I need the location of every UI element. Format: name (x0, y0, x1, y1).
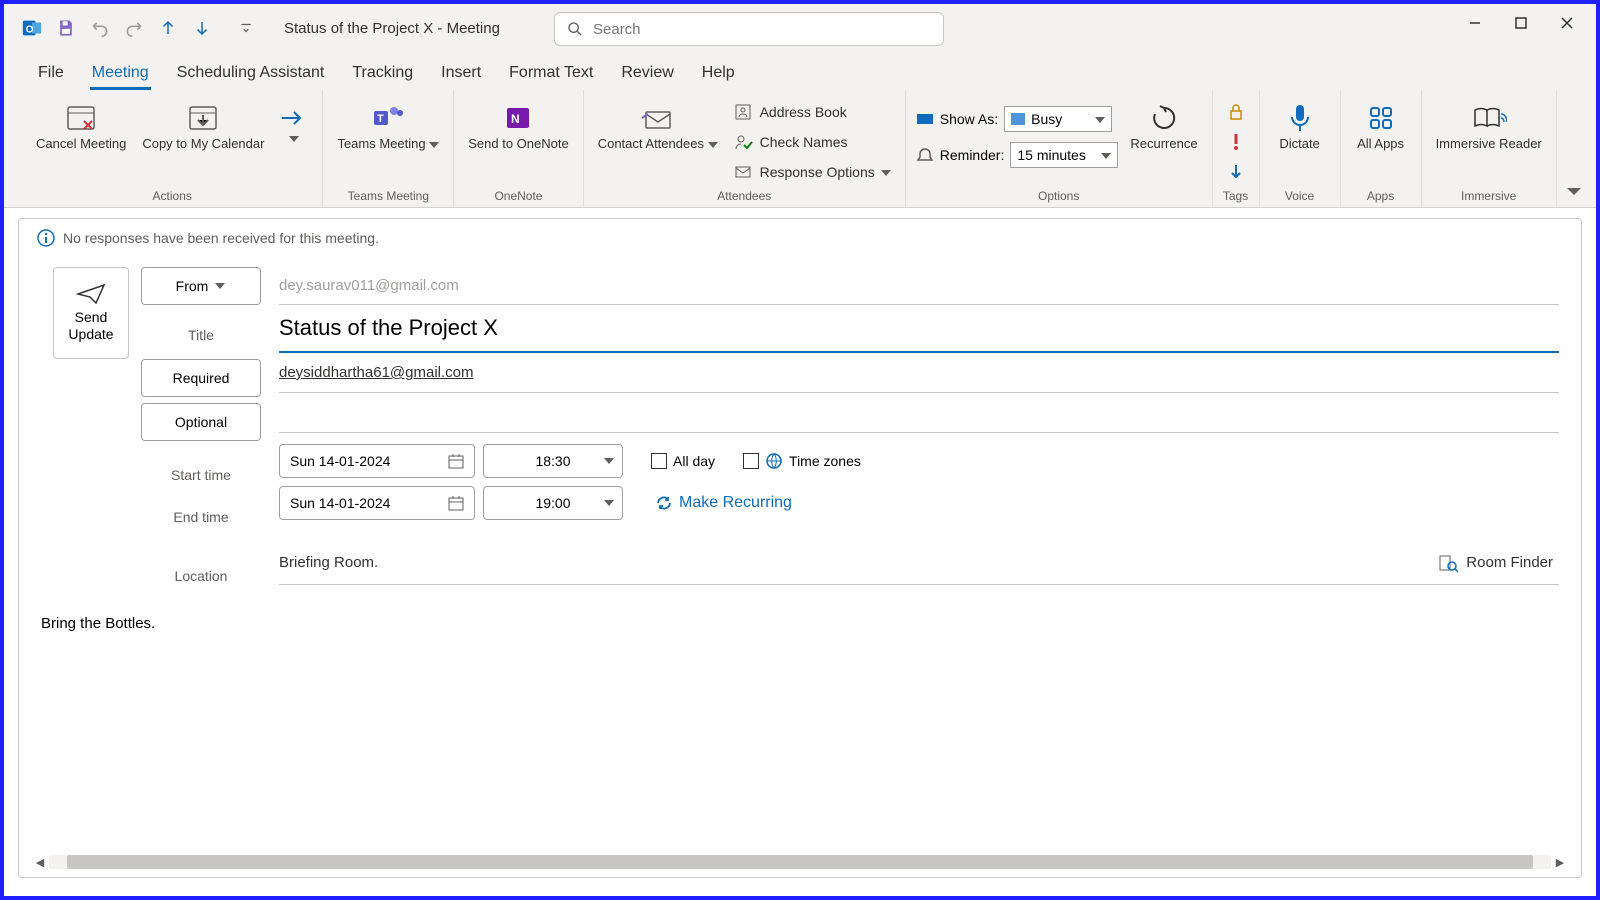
title-field[interactable] (279, 305, 1559, 353)
save-button[interactable] (52, 14, 80, 42)
address-book-button[interactable]: Address Book (730, 98, 895, 126)
copy-to-calendar-button[interactable]: Copy to My Calendar (138, 98, 268, 154)
info-bar: No responses have been received for this… (19, 219, 1581, 257)
show-as-icon (916, 112, 934, 126)
search-icon (567, 21, 583, 37)
ribbon-group-options: Show As: Busy Reminder: 15 minutes (906, 90, 1213, 207)
send-to-onenote-button[interactable]: N Send to OneNote (464, 98, 572, 154)
search-input[interactable] (593, 21, 931, 38)
redo-button[interactable] (120, 14, 148, 42)
optional-button[interactable]: Optional (141, 403, 261, 441)
undo-button[interactable] (86, 14, 114, 42)
ribbon: Cancel Meeting Copy to My Calendar Actio… (4, 90, 1596, 208)
svg-text:T: T (377, 113, 384, 125)
required-button[interactable]: Required (141, 359, 261, 397)
meeting-form: Send Update From Title Required Optional… (19, 257, 1581, 601)
immersive-reader-button[interactable]: Immersive Reader (1432, 98, 1546, 154)
ribbon-group-teams: T Teams Meeting Teams Meeting (323, 90, 454, 207)
forward-button[interactable] (276, 98, 312, 146)
tab-meeting[interactable]: Meeting (78, 58, 163, 90)
response-options-button[interactable]: Response Options (730, 158, 895, 186)
all-apps-button[interactable]: All Apps (1351, 98, 1411, 154)
send-icon (76, 283, 106, 305)
dictate-button[interactable]: Dictate (1270, 98, 1330, 154)
meeting-body[interactable]: Bring the Bottles. (19, 601, 1581, 632)
location-label: Location (141, 551, 261, 601)
quick-access-toolbar: O (4, 14, 260, 42)
scroll-right-arrow[interactable]: ▶ (1551, 856, 1569, 869)
end-time-picker[interactable]: 19:00 (483, 486, 623, 520)
send-update-button[interactable]: Send Update (53, 267, 129, 359)
ribbon-group-tags: Tags (1213, 90, 1260, 207)
ribbon-tabs: File Meeting Scheduling Assistant Tracki… (4, 52, 1596, 90)
check-names-button[interactable]: Check Names (730, 128, 895, 156)
make-recurring-link[interactable]: Make Recurring (655, 494, 792, 512)
optional-field[interactable] (279, 393, 1559, 433)
ribbon-group-onenote: N Send to OneNote OneNote (454, 90, 583, 207)
required-field[interactable]: deysiddhartha61@gmail.com (279, 353, 1559, 393)
time-zones-checkbox[interactable]: Time zones (743, 452, 861, 470)
tab-file[interactable]: File (24, 58, 78, 90)
reminder-icon (916, 147, 934, 163)
prev-item-button[interactable] (154, 14, 182, 42)
svg-text:N: N (511, 112, 520, 126)
titlebar: O Status of the Project X - Meeting (4, 4, 1596, 52)
ribbon-group-actions: Cancel Meeting Copy to My Calendar Actio… (22, 90, 323, 207)
recurrence-button[interactable]: Recurrence (1126, 98, 1201, 154)
calendar-icon (448, 495, 464, 511)
tab-review[interactable]: Review (607, 58, 687, 90)
maximize-button[interactable] (1498, 4, 1544, 42)
window-controls (1452, 4, 1590, 42)
globe-icon (765, 452, 783, 470)
end-time-label: End time (141, 497, 261, 537)
search-box[interactable] (554, 12, 944, 46)
end-date-picker[interactable]: Sun 14-01-2024 (279, 486, 475, 520)
next-item-button[interactable] (188, 14, 216, 42)
from-field[interactable]: dey.saurav011@gmail.com (279, 267, 1559, 305)
outlook-icon: O (18, 14, 46, 42)
minimize-button[interactable] (1452, 4, 1498, 42)
start-time-picker[interactable]: 18:30 (483, 444, 623, 478)
window-title: Status of the Project X - Meeting (284, 20, 500, 37)
svg-text:O: O (26, 25, 34, 36)
teams-meeting-button[interactable]: T Teams Meeting (333, 98, 443, 154)
scroll-thumb[interactable] (67, 855, 1533, 869)
show-as-select[interactable]: Busy (1004, 106, 1112, 132)
scroll-left-arrow[interactable]: ◀ (31, 856, 49, 869)
tab-format-text[interactable]: Format Text (495, 58, 607, 90)
meeting-panel: No responses have been received for this… (18, 218, 1582, 878)
title-label: Title (141, 311, 261, 359)
start-time-label: Start time (141, 453, 261, 497)
reminder-select[interactable]: 15 minutes (1010, 142, 1118, 168)
all-day-checkbox[interactable]: All day (651, 453, 715, 469)
horizontal-scrollbar[interactable]: ◀ ▶ (31, 853, 1569, 871)
tab-help[interactable]: Help (688, 58, 749, 90)
private-button[interactable] (1223, 98, 1249, 126)
contact-attendees-button[interactable]: Contact Attendees (594, 98, 722, 154)
recurrence-icon (655, 495, 673, 511)
location-field[interactable]: Briefing Room. (279, 554, 1432, 571)
cancel-meeting-button[interactable]: Cancel Meeting (32, 98, 130, 154)
start-date-picker[interactable]: Sun 14-01-2024 (279, 444, 475, 478)
low-importance-button[interactable] (1223, 158, 1249, 186)
info-icon (37, 229, 55, 247)
title-input[interactable] (279, 315, 1559, 341)
room-finder-button[interactable]: Room Finder (1432, 550, 1559, 576)
from-button[interactable]: From (141, 267, 261, 305)
ribbon-group-attendees: Contact Attendees Address Book Check Nam… (584, 90, 906, 207)
ribbon-collapse-button[interactable] (1564, 181, 1584, 201)
calendar-icon (448, 453, 464, 469)
qat-customize-button[interactable] (232, 14, 260, 42)
ribbon-group-immersive: Immersive Reader Immersive (1422, 90, 1557, 207)
ribbon-group-voice: Dictate Voice (1260, 90, 1341, 207)
high-importance-button[interactable] (1223, 128, 1249, 156)
tab-insert[interactable]: Insert (427, 58, 495, 90)
tab-scheduling-assistant[interactable]: Scheduling Assistant (163, 58, 339, 90)
close-button[interactable] (1544, 4, 1590, 42)
tab-tracking[interactable]: Tracking (338, 58, 427, 90)
ribbon-group-apps: All Apps Apps (1341, 90, 1422, 207)
room-finder-icon (1438, 554, 1458, 572)
